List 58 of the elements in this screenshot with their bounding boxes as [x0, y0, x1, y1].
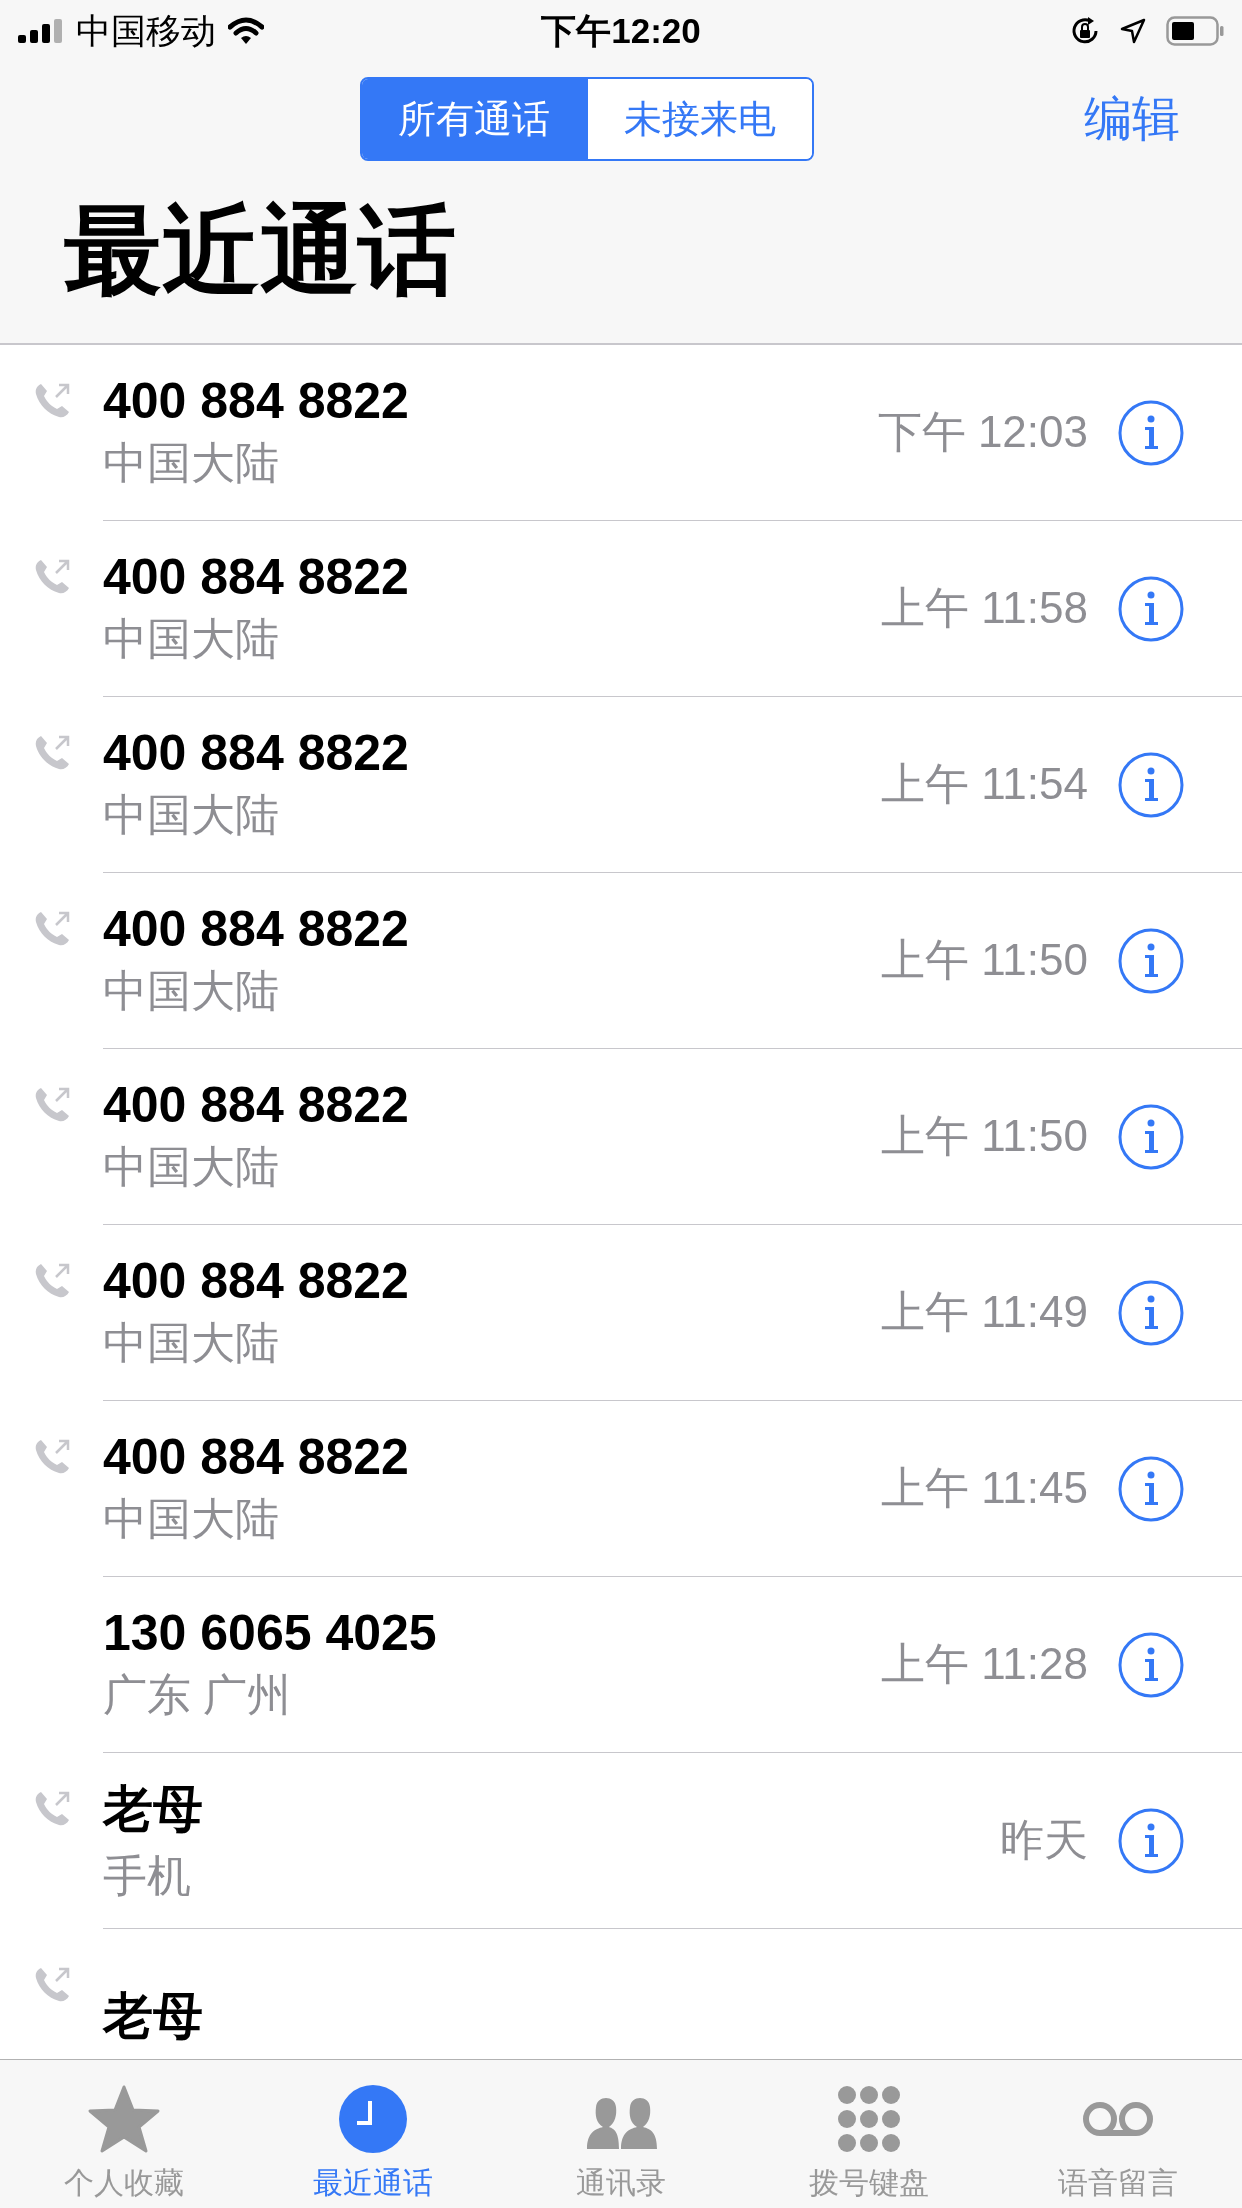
info-icon[interactable]: [1118, 1455, 1184, 1522]
wifi-icon: [228, 17, 264, 45]
status-time: 下午12:20: [541, 9, 701, 52]
caller-location: 中国大陆: [103, 965, 280, 1017]
info-icon[interactable]: [1118, 575, 1184, 642]
call-time: 上午 11:28: [880, 1638, 1088, 1690]
caller-name: 老母: [103, 1987, 204, 2046]
caller-name: 400 884 8822: [103, 724, 410, 782]
call-row[interactable]: 400 884 8822 中国大陆 上午 11:50: [0, 1049, 1242, 1225]
info-icon[interactable]: [1118, 1279, 1184, 1346]
caller-name: 400 884 8822: [103, 1252, 410, 1310]
caller-location: 中国大陆: [103, 789, 280, 841]
segment-tab[interactable]: 所有通话: [362, 79, 586, 159]
caller-location: 手机: [103, 1849, 192, 1902]
call-time: 上午 11:54: [880, 758, 1088, 810]
info-icon[interactable]: [1118, 751, 1184, 818]
caller-name: 400 884 8822: [103, 372, 410, 430]
call-time: 下午 12:03: [877, 406, 1088, 458]
call-row[interactable]: 400 884 8822 中国大陆 下午 12:03: [0, 345, 1242, 521]
caller-name: 老母: [103, 1779, 204, 1839]
info-icon[interactable]: [1118, 1807, 1184, 1874]
caller-name: 400 884 8822: [103, 1428, 410, 1486]
call-time: 上午 11:49: [880, 1286, 1088, 1338]
signal-icon: [18, 19, 64, 43]
call-row[interactable]: 400 884 8822 中国大陆 上午 11:49: [0, 1225, 1242, 1401]
caller-location: 中国大陆: [103, 1141, 280, 1193]
call-row[interactable]: 400 884 8822 中国大陆 上午 11:54: [0, 697, 1242, 873]
call-time: 昨天: [1000, 1814, 1088, 1866]
caller-name: 400 884 8822: [103, 548, 410, 606]
info-icon[interactable]: [1118, 927, 1184, 994]
call-time: 上午 11:50: [880, 1110, 1088, 1162]
call-time: 上午 11:45: [880, 1462, 1088, 1514]
tab-bar-item[interactable]: 最近通话: [248, 2060, 497, 2208]
caller-name: 130 6065 4025: [103, 1604, 438, 1662]
info-icon[interactable]: [1118, 1103, 1184, 1170]
call-row[interactable]: 400 884 8822 中国大陆 上午 11:50: [0, 873, 1242, 1049]
caller-name: 400 884 8822: [103, 1076, 410, 1134]
caller-location: 中国大陆: [103, 613, 280, 665]
info-icon[interactable]: [1118, 399, 1184, 466]
caller-name: 400 884 8822: [103, 900, 410, 958]
rotation-lock-icon: [1070, 16, 1100, 46]
battery-icon: [1166, 16, 1224, 46]
caller-location: 中国大陆: [103, 437, 280, 489]
call-time: 上午 11:58: [880, 582, 1088, 634]
call-time: 上午 11:50: [880, 934, 1088, 986]
carrier-name: 中国移动: [76, 9, 216, 52]
segment-tab[interactable]: 未接来电: [586, 79, 812, 159]
caller-location: 中国大陆: [103, 1317, 280, 1369]
page-title: 最近通话: [64, 194, 457, 307]
location-icon: [1120, 18, 1146, 44]
call-row[interactable]: 400 884 8822 中国大陆 上午 11:58: [0, 521, 1242, 697]
call-row[interactable]: 老母 手机 昨天: [0, 1753, 1242, 1929]
info-icon[interactable]: [1118, 1631, 1184, 1698]
call-row[interactable]: 130 6065 4025 广东 广州 上午 11:28: [0, 1577, 1242, 1753]
caller-location: 中国大陆: [103, 1493, 280, 1545]
call-row[interactable]: 400 884 8822 中国大陆 上午 11:45: [0, 1401, 1242, 1577]
edit-button[interactable]: 编辑: [814, 86, 1242, 152]
caller-location: 广东 广州: [103, 1669, 293, 1721]
